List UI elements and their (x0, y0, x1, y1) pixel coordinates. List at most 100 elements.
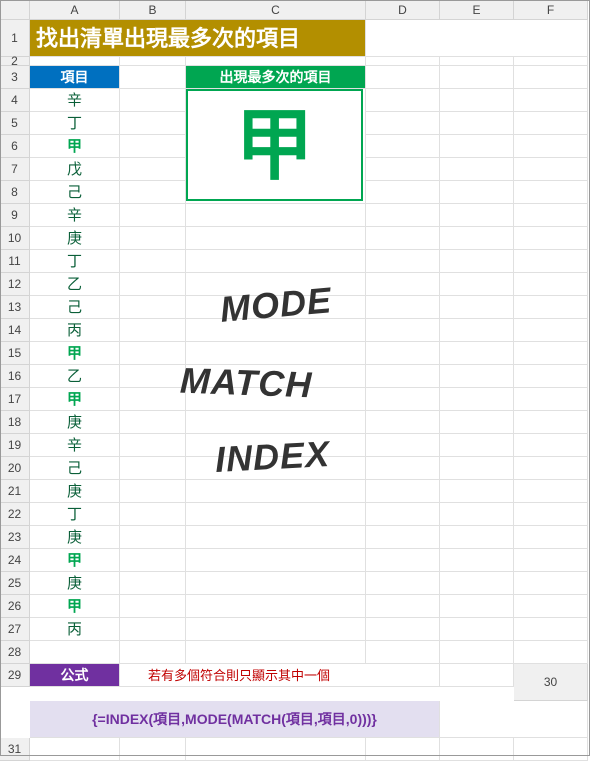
cell-blank[interactable] (514, 273, 588, 296)
item-cell[interactable]: 庚 (30, 480, 120, 503)
row-header-17[interactable]: 17 (0, 388, 30, 411)
cell-blank[interactable] (440, 480, 514, 503)
col-header-A[interactable]: A (30, 0, 120, 20)
cell-blank[interactable] (186, 480, 366, 503)
cell-blank[interactable] (120, 549, 186, 572)
cell-blank[interactable] (120, 296, 186, 319)
cell-blank[interactable] (440, 135, 514, 158)
cell-blank[interactable] (186, 204, 366, 227)
cell-blank[interactable] (186, 738, 366, 761)
row-header-4[interactable]: 4 (0, 89, 30, 112)
row-header-1[interactable]: 1 (0, 20, 30, 57)
cell-blank[interactable] (120, 365, 186, 388)
row-header-14[interactable]: 14 (0, 319, 30, 342)
cell-blank[interactable] (186, 595, 366, 618)
cell-blank[interactable] (366, 20, 588, 57)
col-header-B[interactable]: B (120, 0, 186, 20)
col-header-C[interactable]: C (186, 0, 366, 20)
row-header-31[interactable]: 31 (0, 738, 30, 761)
row-header-2[interactable]: 2 (0, 57, 30, 66)
item-cell[interactable]: 甲 (30, 342, 120, 365)
cell-blank[interactable] (120, 618, 186, 641)
cell-blank[interactable] (514, 388, 588, 411)
cell-blank[interactable] (366, 89, 440, 112)
item-cell[interactable]: 辛 (30, 89, 120, 112)
cell-blank[interactable] (514, 296, 588, 319)
cell-blank[interactable] (440, 411, 514, 434)
cell-blank[interactable] (120, 158, 186, 181)
row-header-3[interactable]: 3 (0, 66, 30, 89)
cell-blank[interactable] (514, 480, 588, 503)
cell-blank[interactable] (366, 411, 440, 434)
cell-blank[interactable] (440, 296, 514, 319)
cell-blank[interactable] (366, 319, 440, 342)
cell-blank[interactable] (120, 641, 186, 664)
cell-blank[interactable] (366, 618, 440, 641)
row-header-8[interactable]: 8 (0, 181, 30, 204)
item-cell[interactable]: 丁 (30, 503, 120, 526)
cell-blank[interactable] (514, 526, 588, 549)
cell-blank[interactable] (366, 388, 440, 411)
cell-blank[interactable] (514, 89, 588, 112)
item-cell[interactable]: 甲 (30, 549, 120, 572)
cell-blank[interactable] (186, 572, 366, 595)
row-header-24[interactable]: 24 (0, 549, 30, 572)
cell-blank[interactable] (514, 738, 588, 761)
cell-blank[interactable] (440, 664, 514, 687)
cell-blank[interactable] (120, 135, 186, 158)
cell-blank[interactable] (120, 204, 186, 227)
cell-blank[interactable] (366, 135, 440, 158)
row-header-16[interactable]: 16 (0, 365, 30, 388)
item-cell[interactable]: 丁 (30, 112, 120, 135)
cell-blank[interactable] (366, 738, 440, 761)
cell-blank[interactable] (440, 738, 514, 761)
row-header-20[interactable]: 20 (0, 457, 30, 480)
item-cell[interactable]: 乙 (30, 273, 120, 296)
cell-blank[interactable] (366, 641, 440, 664)
cell-blank[interactable] (440, 342, 514, 365)
row-header-29[interactable]: 29 (0, 664, 30, 687)
item-cell[interactable]: 己 (30, 296, 120, 319)
cell-blank[interactable] (514, 112, 588, 135)
cell-blank[interactable] (514, 365, 588, 388)
cell-blank[interactable] (514, 319, 588, 342)
cell-blank[interactable] (366, 250, 440, 273)
cell-blank[interactable] (440, 273, 514, 296)
cell-blank[interactable] (366, 66, 440, 89)
cell-blank[interactable] (440, 641, 514, 664)
item-cell[interactable]: 丙 (30, 319, 120, 342)
row-header-19[interactable]: 19 (0, 434, 30, 457)
cell-blank[interactable] (120, 57, 186, 66)
cell-blank[interactable] (514, 457, 588, 480)
cell-blank[interactable] (120, 503, 186, 526)
item-cell[interactable]: 丁 (30, 250, 120, 273)
cell-blank[interactable] (514, 572, 588, 595)
item-cell[interactable]: 丙 (30, 618, 120, 641)
row-header-26[interactable]: 26 (0, 595, 30, 618)
cell-blank[interactable] (440, 595, 514, 618)
cell-blank[interactable] (514, 411, 588, 434)
cell-blank[interactable] (440, 549, 514, 572)
cell-blank[interactable] (366, 296, 440, 319)
cell-blank[interactable] (514, 66, 588, 89)
cell-blank[interactable] (440, 250, 514, 273)
cell-blank[interactable] (440, 181, 514, 204)
cell-blank[interactable] (120, 112, 186, 135)
cell-blank[interactable] (514, 342, 588, 365)
cell-blank[interactable] (514, 618, 588, 641)
cell-blank[interactable] (120, 181, 186, 204)
cell-blank[interactable] (120, 572, 186, 595)
cell-blank[interactable] (120, 273, 186, 296)
row-header-25[interactable]: 25 (0, 572, 30, 595)
col-header-D[interactable]: D (366, 0, 440, 20)
cell-blank[interactable] (186, 618, 366, 641)
cell-blank[interactable] (186, 57, 366, 66)
cell-blank[interactable] (366, 57, 440, 66)
cell-blank[interactable] (120, 738, 186, 761)
cell-blank[interactable] (366, 112, 440, 135)
cell-blank[interactable] (120, 457, 186, 480)
cell-blank[interactable] (120, 319, 186, 342)
cell-blank[interactable] (120, 89, 186, 112)
cell-blank[interactable] (366, 158, 440, 181)
cell-blank[interactable] (440, 89, 514, 112)
